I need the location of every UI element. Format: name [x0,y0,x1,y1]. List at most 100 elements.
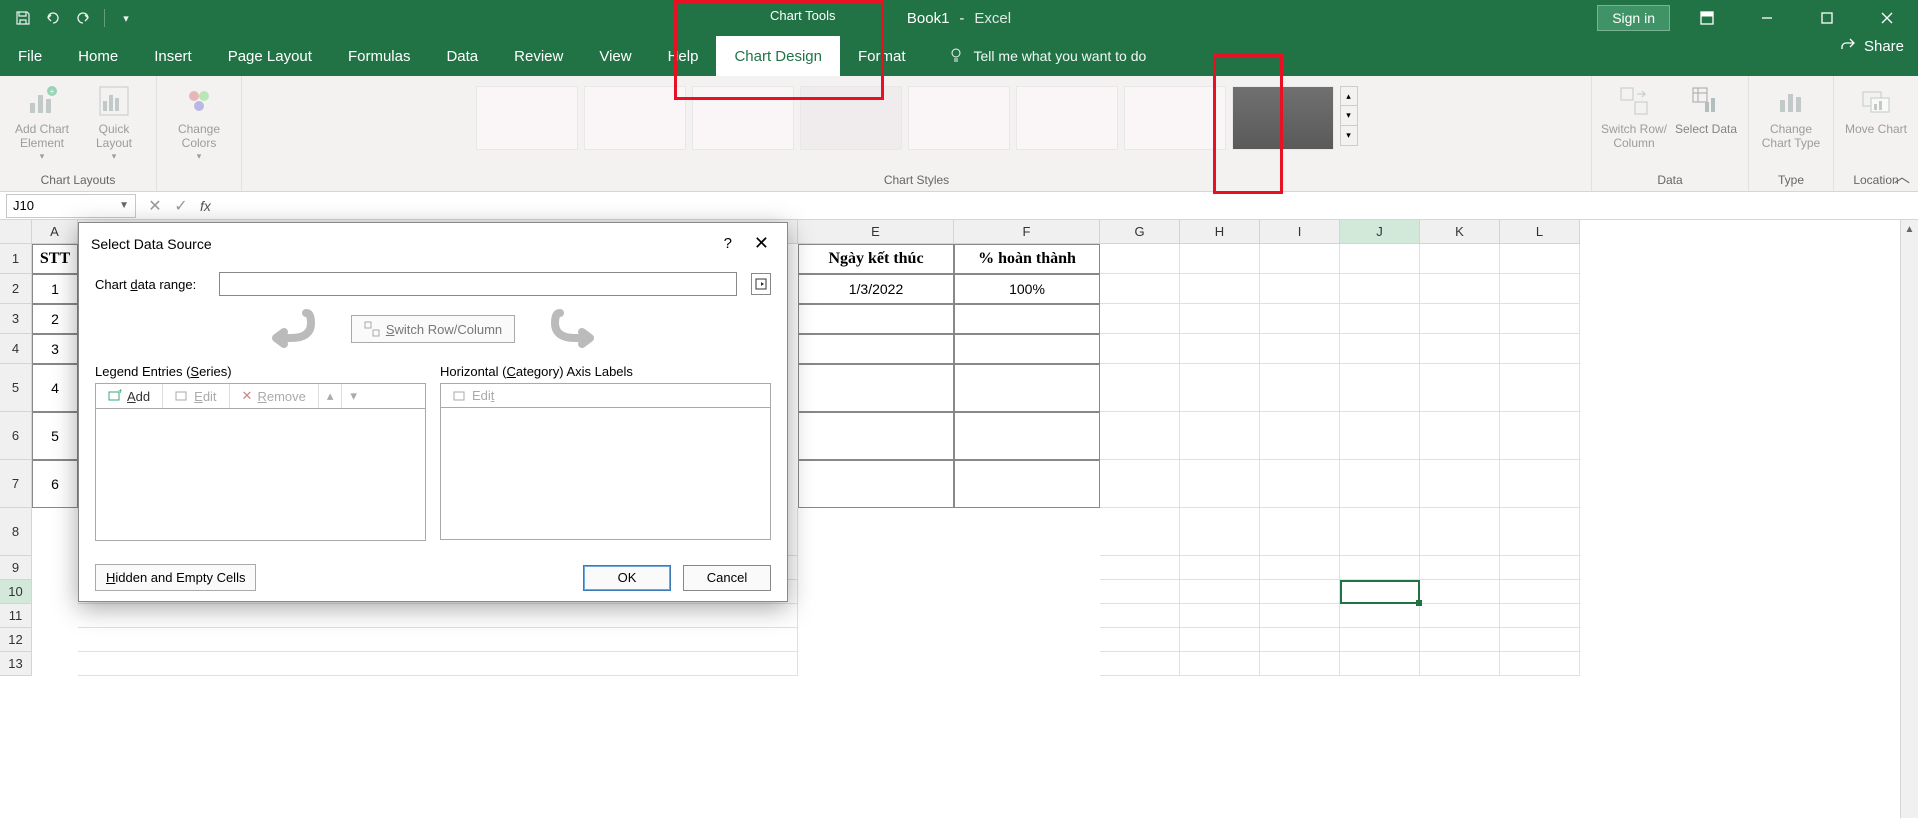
row-header-9[interactable]: 9 [0,556,32,580]
cell-K12[interactable] [1420,628,1500,652]
cell-J4[interactable] [1340,334,1420,364]
cell-L12[interactable] [1500,628,1580,652]
col-header-H[interactable]: H [1180,220,1260,244]
collapse-ribbon-icon[interactable]: ︿ [1894,163,1910,187]
cell-L6[interactable] [1500,412,1580,460]
cell-F1[interactable]: % hoàn thành [954,244,1100,274]
cell-K6[interactable] [1420,412,1500,460]
cell-L9[interactable] [1500,556,1580,580]
tab-format[interactable]: Format [840,36,924,76]
dialog-titlebar[interactable]: Select Data Source ? ✕ [79,223,787,264]
cell-K3[interactable] [1420,304,1500,334]
row-header-11[interactable]: 11 [0,604,32,628]
change-colors-button[interactable]: Change Colors▾ [165,80,233,162]
cell-L4[interactable] [1500,334,1580,364]
cell-J9[interactable] [1340,556,1420,580]
cell-G12[interactable] [1100,628,1180,652]
cell-J6[interactable] [1340,412,1420,460]
cell-A7[interactable]: 6 [32,460,78,508]
col-header-F[interactable]: F [954,220,1100,244]
cell-L1[interactable] [1500,244,1580,274]
cell-I7[interactable] [1260,460,1340,508]
legend-move-down-button[interactable]: ▾ [342,384,365,408]
save-icon[interactable] [14,9,32,27]
styles-scroll-up[interactable]: ▴ [1340,86,1358,106]
cell-L13[interactable] [1500,652,1580,676]
cell-B11[interactable] [78,604,798,628]
cell-H6[interactable] [1180,412,1260,460]
cell-J12[interactable] [1340,628,1420,652]
cell-G10[interactable] [1100,580,1180,604]
col-header-K[interactable]: K [1420,220,1500,244]
cell-G5[interactable] [1100,364,1180,412]
cell-G8[interactable] [1100,508,1180,556]
cell-K2[interactable] [1420,274,1500,304]
cell-K5[interactable] [1420,364,1500,412]
styles-more[interactable]: ▾ [1340,126,1358,146]
chart-style-5[interactable] [908,86,1010,150]
col-header-J[interactable]: J [1340,220,1420,244]
cell-F5[interactable] [954,364,1100,412]
qat-customize-icon[interactable]: ▾ [117,9,135,27]
row-header-10[interactable]: 10 [0,580,32,604]
cell-K9[interactable] [1420,556,1500,580]
row-header-1[interactable]: 1 [0,244,32,274]
fx-icon[interactable]: fx [200,198,211,214]
cell-A2[interactable]: 1 [32,274,78,304]
cell-K11[interactable] [1420,604,1500,628]
cell-A6[interactable]: 5 [32,412,78,460]
tab-file[interactable]: File [0,36,60,76]
col-header-E[interactable]: E [798,220,954,244]
tab-chart-design[interactable]: Chart Design [716,36,840,76]
chart-style-2[interactable] [584,86,686,150]
row-header-7[interactable]: 7 [0,460,32,508]
cell-A1[interactable]: STT [32,244,78,274]
undo-icon[interactable] [44,9,62,27]
cell-E2[interactable]: 1/3/2022 [798,274,954,304]
maximize-icon[interactable] [1804,0,1850,36]
quick-layout-button[interactable]: Quick Layout▾ [80,80,148,162]
cell-K1[interactable] [1420,244,1500,274]
cell-H13[interactable] [1180,652,1260,676]
share-button[interactable]: Share [1840,36,1904,56]
ribbon-display-icon[interactable] [1684,0,1730,36]
cell-L5[interactable] [1500,364,1580,412]
cell-I8[interactable] [1260,508,1340,556]
cell-H8[interactable] [1180,508,1260,556]
axis-edit-button[interactable]: Edit [441,384,506,407]
legend-add-button[interactable]: +Add [96,384,163,408]
cell-L3[interactable] [1500,304,1580,334]
cell-G7[interactable] [1100,460,1180,508]
cell-H9[interactable] [1180,556,1260,580]
cell-J11[interactable] [1340,604,1420,628]
col-header-G[interactable]: G [1100,220,1180,244]
cell-J10[interactable] [1340,580,1420,604]
redo-icon[interactable] [74,9,92,27]
add-chart-element-button[interactable]: + Add Chart Element▾ [8,80,76,162]
switch-row-column-dialog-button[interactable]: Switch Row/Column [351,315,515,343]
chart-style-1[interactable] [476,86,578,150]
cell-H5[interactable] [1180,364,1260,412]
tab-help[interactable]: Help [650,36,717,76]
cell-E1[interactable]: Ngày kết thúc [798,244,954,274]
row-header-4[interactable]: 4 [0,334,32,364]
tab-insert[interactable]: Insert [136,36,210,76]
cell-L11[interactable] [1500,604,1580,628]
cell-I5[interactable] [1260,364,1340,412]
cell-K13[interactable] [1420,652,1500,676]
cell-F7[interactable] [954,460,1100,508]
move-chart-button[interactable]: Move Chart [1842,80,1910,136]
cell-K8[interactable] [1420,508,1500,556]
name-box[interactable]: J10 ▼ [6,194,136,218]
cell-I4[interactable] [1260,334,1340,364]
tab-review[interactable]: Review [496,36,581,76]
cell-G13[interactable] [1100,652,1180,676]
cancel-formula-icon[interactable]: ✕ [142,195,168,217]
cell-B12[interactable] [78,628,798,652]
select-data-button[interactable]: Select Data [1672,80,1740,136]
dialog-close-icon[interactable]: ✕ [748,231,775,256]
cell-K10[interactable] [1420,580,1500,604]
cell-A4[interactable]: 3 [32,334,78,364]
styles-scroll-down[interactable]: ▾ [1340,106,1358,126]
cell-G9[interactable] [1100,556,1180,580]
